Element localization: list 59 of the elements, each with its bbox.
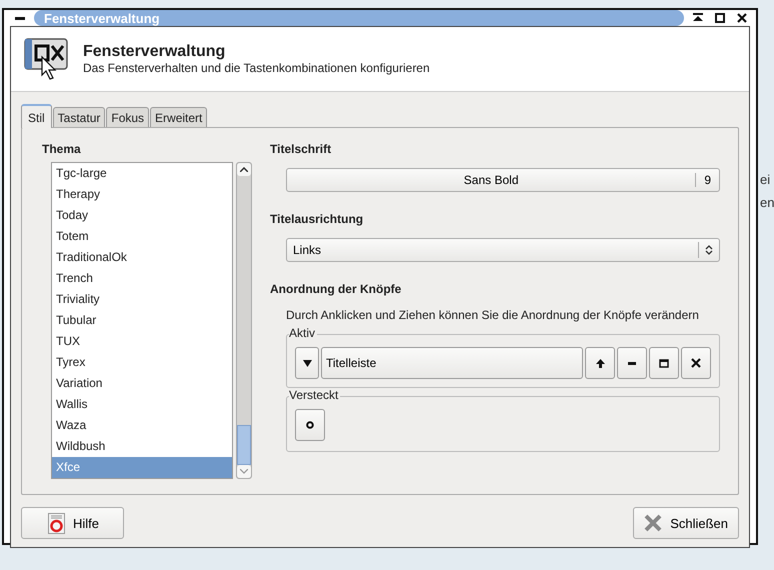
- theme-list-item[interactable]: Today: [52, 205, 232, 226]
- close-button-slot[interactable]: [681, 347, 711, 379]
- help-button[interactable]: Hilfe: [21, 507, 124, 539]
- tab[interactable]: Fokus: [106, 107, 150, 127]
- dialog-subtitle: Das Fensterverhalten und die Tastenkombinationen konfigurieren: [83, 61, 430, 75]
- background-text: en: [760, 195, 774, 210]
- theme-list-item[interactable]: Tyrex: [52, 352, 232, 373]
- up-down-chevron-icon: [705, 244, 713, 256]
- theme-list-item[interactable]: Tubular: [52, 310, 232, 331]
- dialog-title: Fensterverwaltung: [83, 43, 226, 61]
- minimize-button-slot[interactable]: [617, 347, 647, 379]
- maximize-icon: [659, 358, 669, 368]
- arrow-up-icon: [596, 358, 604, 368]
- close-icon: [691, 358, 701, 368]
- theme-list-item[interactable]: Wallis: [52, 394, 232, 415]
- theme-list-item[interactable]: Waza: [52, 415, 232, 436]
- theme-list-item[interactable]: Tgc-large: [52, 163, 232, 184]
- tab[interactable]: Tastatur: [52, 107, 106, 127]
- close-icon: [737, 13, 747, 23]
- scroll-up-icon[interactable]: [240, 167, 248, 172]
- minimize-icon: [628, 362, 636, 364]
- scrollbar[interactable]: [236, 162, 252, 479]
- maximize-icon: [715, 13, 725, 23]
- button-layout-hint: Durch Anklicken und Ziehen können Sie die Anordnung der Knöpfe verändern: [286, 308, 700, 322]
- menu-button-slot[interactable]: [295, 347, 319, 379]
- theme-list-item[interactable]: Wildbush: [52, 436, 232, 457]
- title-alignment-label: Titelausrichtung: [270, 212, 364, 226]
- menu-icon: [15, 16, 25, 20]
- theme-list-item[interactable]: Trench: [52, 268, 232, 289]
- theme-list-item[interactable]: Therapy: [52, 184, 232, 205]
- close-button[interactable]: Schließen: [633, 507, 739, 539]
- theme-list-item[interactable]: TraditionalOk: [52, 247, 232, 268]
- theme-label: Thema: [42, 142, 82, 156]
- shade-icon: [693, 13, 703, 23]
- tab[interactable]: Erweitert: [150, 107, 208, 127]
- lifebuoy-icon: [48, 512, 65, 534]
- background-text: ei: [760, 172, 772, 187]
- hidden-legend: Versteckt: [289, 388, 340, 402]
- caret-icon: [302, 360, 312, 366]
- alignment-dropdown[interactable]: Links: [286, 238, 720, 262]
- scrollbar-thumb[interactable]: [237, 425, 251, 465]
- shade-button-slot[interactable]: [585, 347, 615, 379]
- title-font-label: Titelschrift: [270, 142, 332, 156]
- scroll-down-icon[interactable]: [240, 469, 248, 474]
- theme-list-item[interactable]: TUX: [52, 331, 232, 352]
- font-picker-button[interactable]: Sans Bold 9: [286, 168, 720, 192]
- titlebar-slot[interactable]: Titelleiste: [321, 347, 583, 379]
- window-title: Fensterverwaltung: [34, 10, 684, 26]
- theme-list-item[interactable]: Variation: [52, 373, 232, 394]
- theme-list-item[interactable]: Totem: [52, 226, 232, 247]
- close-icon: [644, 514, 662, 532]
- maximize-button-slot[interactable]: [649, 347, 679, 379]
- tab[interactable]: Stil: [21, 104, 52, 128]
- active-legend: Aktiv: [289, 326, 318, 340]
- button-layout-label: Anordnung der Knöpfe: [270, 282, 402, 296]
- maximize-button[interactable]: [712, 10, 728, 26]
- stick-button-slot[interactable]: [295, 409, 325, 441]
- circle-icon: [306, 421, 314, 429]
- theme-list-item[interactable]: Triviality: [52, 289, 232, 310]
